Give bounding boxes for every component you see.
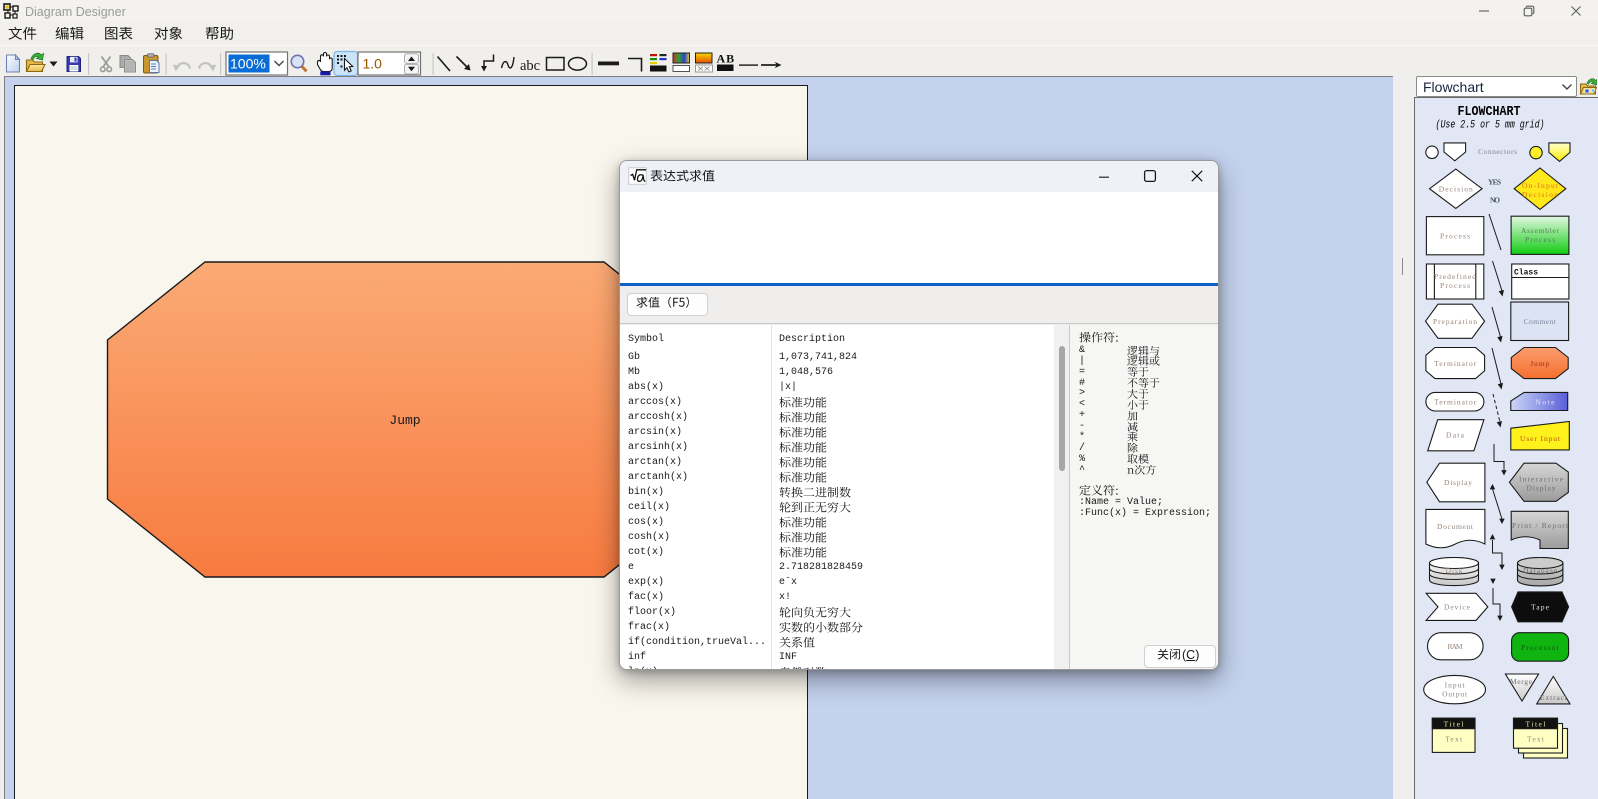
svg-text:Preparation: Preparation	[1433, 317, 1477, 326]
svg-text:abc: abc	[520, 58, 540, 74]
svg-text:AB: AB	[717, 52, 736, 66]
svg-text:Process: Process	[1440, 231, 1470, 240]
svg-text:Display: Display	[1527, 484, 1556, 493]
svg-text:Interactive: Interactive	[1519, 475, 1564, 484]
svg-text:Database: Database	[1523, 566, 1558, 575]
svg-text:Terminator: Terminator	[1434, 359, 1477, 368]
svg-text:Comment: Comment	[1524, 317, 1557, 326]
svg-text:Merge: Merge	[1510, 677, 1533, 686]
svg-text:Text: Text	[1527, 735, 1545, 744]
svg-text:Terminator: Terminator	[1434, 398, 1477, 407]
svg-text:YES: YES	[1488, 178, 1501, 187]
svg-text:Assembler: Assembler	[1521, 226, 1560, 235]
svg-text:Process: Process	[1525, 235, 1555, 244]
svg-text:(Use 2.5 or 5 mm grid): (Use 2.5 or 5 mm grid)	[1436, 120, 1545, 132]
svg-text:1.0: 1.0	[363, 56, 383, 72]
svg-text:Device: Device	[1444, 603, 1471, 612]
svg-text:Output: Output	[1442, 690, 1468, 699]
svg-text:User Input: User Input	[1520, 434, 1561, 443]
svg-text:Text: Text	[1445, 735, 1463, 744]
svg-text:Titel: Titel	[1526, 720, 1546, 729]
svg-text:Input: Input	[1445, 681, 1466, 690]
svg-text:On-Input: On-Input	[1522, 181, 1559, 190]
svg-text:Print / Report: Print / Report	[1512, 521, 1569, 530]
svg-text:Jump: Jump	[389, 413, 420, 428]
svg-text:Decision: Decision	[1439, 184, 1473, 193]
svg-text:Predefined: Predefined	[1434, 272, 1476, 281]
svg-text:Extract: Extract	[1540, 693, 1568, 702]
svg-text:Processor: Processor	[1521, 643, 1560, 652]
svg-text:Note: Note	[1536, 398, 1556, 407]
svg-text:NO: NO	[1490, 195, 1500, 204]
svg-text:RAM: RAM	[1448, 642, 1463, 651]
svg-text:Connectors: Connectors	[1478, 147, 1517, 156]
svg-text:Titel: Titel	[1444, 720, 1464, 729]
svg-text:Decision: Decision	[1522, 190, 1558, 199]
svg-text:Data: Data	[1446, 431, 1465, 440]
svg-text:Tape: Tape	[1531, 603, 1550, 612]
svg-text:Jump: Jump	[1530, 359, 1549, 368]
svg-text:100%: 100%	[230, 56, 266, 72]
svg-text:Display: Display	[1444, 478, 1472, 487]
svg-text:Disk: Disk	[1446, 566, 1463, 575]
svg-text:Document: Document	[1437, 522, 1474, 531]
svg-text:FLOWCHART: FLOWCHART	[1458, 105, 1521, 120]
svg-text:Process: Process	[1440, 281, 1470, 290]
svg-text:Class: Class	[1514, 268, 1538, 278]
